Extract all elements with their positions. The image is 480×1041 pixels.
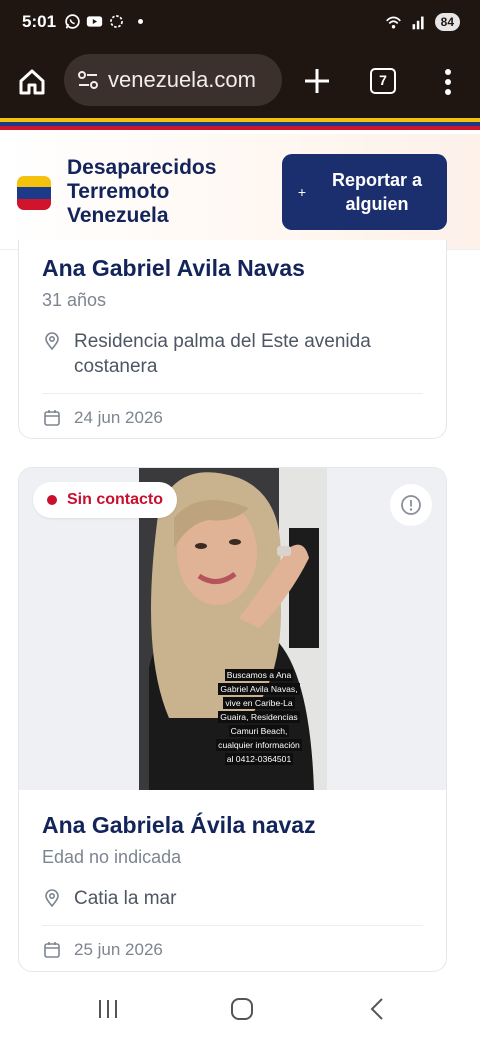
date-row: 24 jun 2026 xyxy=(42,408,423,428)
status-badge: Sin contacto xyxy=(33,482,178,518)
status-badge-label: Sin contacto xyxy=(67,491,164,508)
location-text: Catia la mar xyxy=(74,888,177,909)
url-text[interactable]: venezuela.com xyxy=(108,67,256,93)
whatsapp-icon xyxy=(65,14,80,29)
signal-icon xyxy=(412,16,424,29)
status-dot-icon xyxy=(47,495,57,505)
battery-indicator: 84 xyxy=(434,13,460,31)
report-date: 24 jun 2026 xyxy=(74,408,163,427)
notification-icons xyxy=(64,13,143,30)
more-menu-icon[interactable] xyxy=(436,66,460,98)
status-dot xyxy=(138,19,143,24)
new-tab-icon[interactable] xyxy=(300,64,334,98)
person-name: Ana Gabriela Ávila navaz xyxy=(42,812,316,838)
home-icon[interactable] xyxy=(16,66,48,98)
site-title-line: Venezuela xyxy=(67,204,169,227)
plus-icon: + xyxy=(297,184,307,200)
home-nav-icon[interactable] xyxy=(230,997,254,1021)
status-time: 5:01 xyxy=(22,12,57,31)
system-navigation-bar xyxy=(0,980,480,1041)
tab-switcher-button[interactable]: 7 xyxy=(370,68,396,94)
browser-toolbar: venezuela.com 7 xyxy=(0,46,480,118)
report-date: 25 jun 2026 xyxy=(74,940,163,959)
missing-person-card[interactable]: Ana Gabriel Avila Navas 31 años Residenc… xyxy=(18,240,447,439)
flag-stripe xyxy=(0,118,480,134)
date-row: 25 jun 2026 xyxy=(42,940,423,960)
divider xyxy=(42,393,423,394)
youtube-icon xyxy=(86,16,103,27)
location-row: Catia la mar xyxy=(42,886,423,911)
photo-caption: Buscamos a Ana Gabriel Avila Navas, vive… xyxy=(213,668,305,766)
alert-circle-icon xyxy=(401,495,421,515)
system-icons: 84 xyxy=(385,13,460,31)
person-age: 31 años xyxy=(42,290,107,310)
status-bar: 5:01 84 xyxy=(0,0,480,46)
report-info-button[interactable] xyxy=(390,484,432,526)
missing-person-card[interactable]: Buscamos a Ana Gabriel Avila Navas, vive… xyxy=(18,467,447,972)
recent-apps-icon[interactable] xyxy=(97,998,119,1020)
photo-area: Buscamos a Ana Gabriel Avila Navas, vive… xyxy=(19,468,446,790)
site-title[interactable]: Desaparecidos Terremoto Venezuela xyxy=(67,156,257,228)
wifi-icon xyxy=(385,16,401,28)
site-header: Desaparecidos Terremoto Venezuela + Repo… xyxy=(0,134,480,250)
report-button-label: Reportar a alguien xyxy=(331,170,423,214)
report-button[interactable]: + Reportar a alguien xyxy=(282,154,447,230)
site-title-line: Terremoto xyxy=(67,180,170,203)
divider xyxy=(42,925,423,926)
location-pin-icon xyxy=(45,332,59,351)
person-photo[interactable]: Buscamos a Ana Gabriel Avila Navas, vive… xyxy=(139,468,327,790)
location-text: Residencia palma del Este avenida costan… xyxy=(74,331,371,377)
person-age: Edad no indicada xyxy=(42,847,182,867)
site-settings-icon[interactable] xyxy=(76,68,100,92)
location-pin-icon xyxy=(45,889,59,908)
back-icon[interactable] xyxy=(368,997,386,1021)
photo-caption-text: Buscamos a Ana Gabriel Avila Navas, vive… xyxy=(216,669,302,765)
address-bar[interactable]: venezuela.com xyxy=(64,54,282,106)
sync-icon xyxy=(110,15,123,28)
person-name: Ana Gabriel Avila Navas xyxy=(42,255,305,281)
calendar-icon xyxy=(44,410,60,426)
calendar-icon xyxy=(44,942,60,958)
venezuela-flag-logo[interactable] xyxy=(17,176,51,210)
location-row: Residencia palma del Este avenida costan… xyxy=(42,329,423,379)
site-title-line: Desaparecidos xyxy=(67,156,217,179)
